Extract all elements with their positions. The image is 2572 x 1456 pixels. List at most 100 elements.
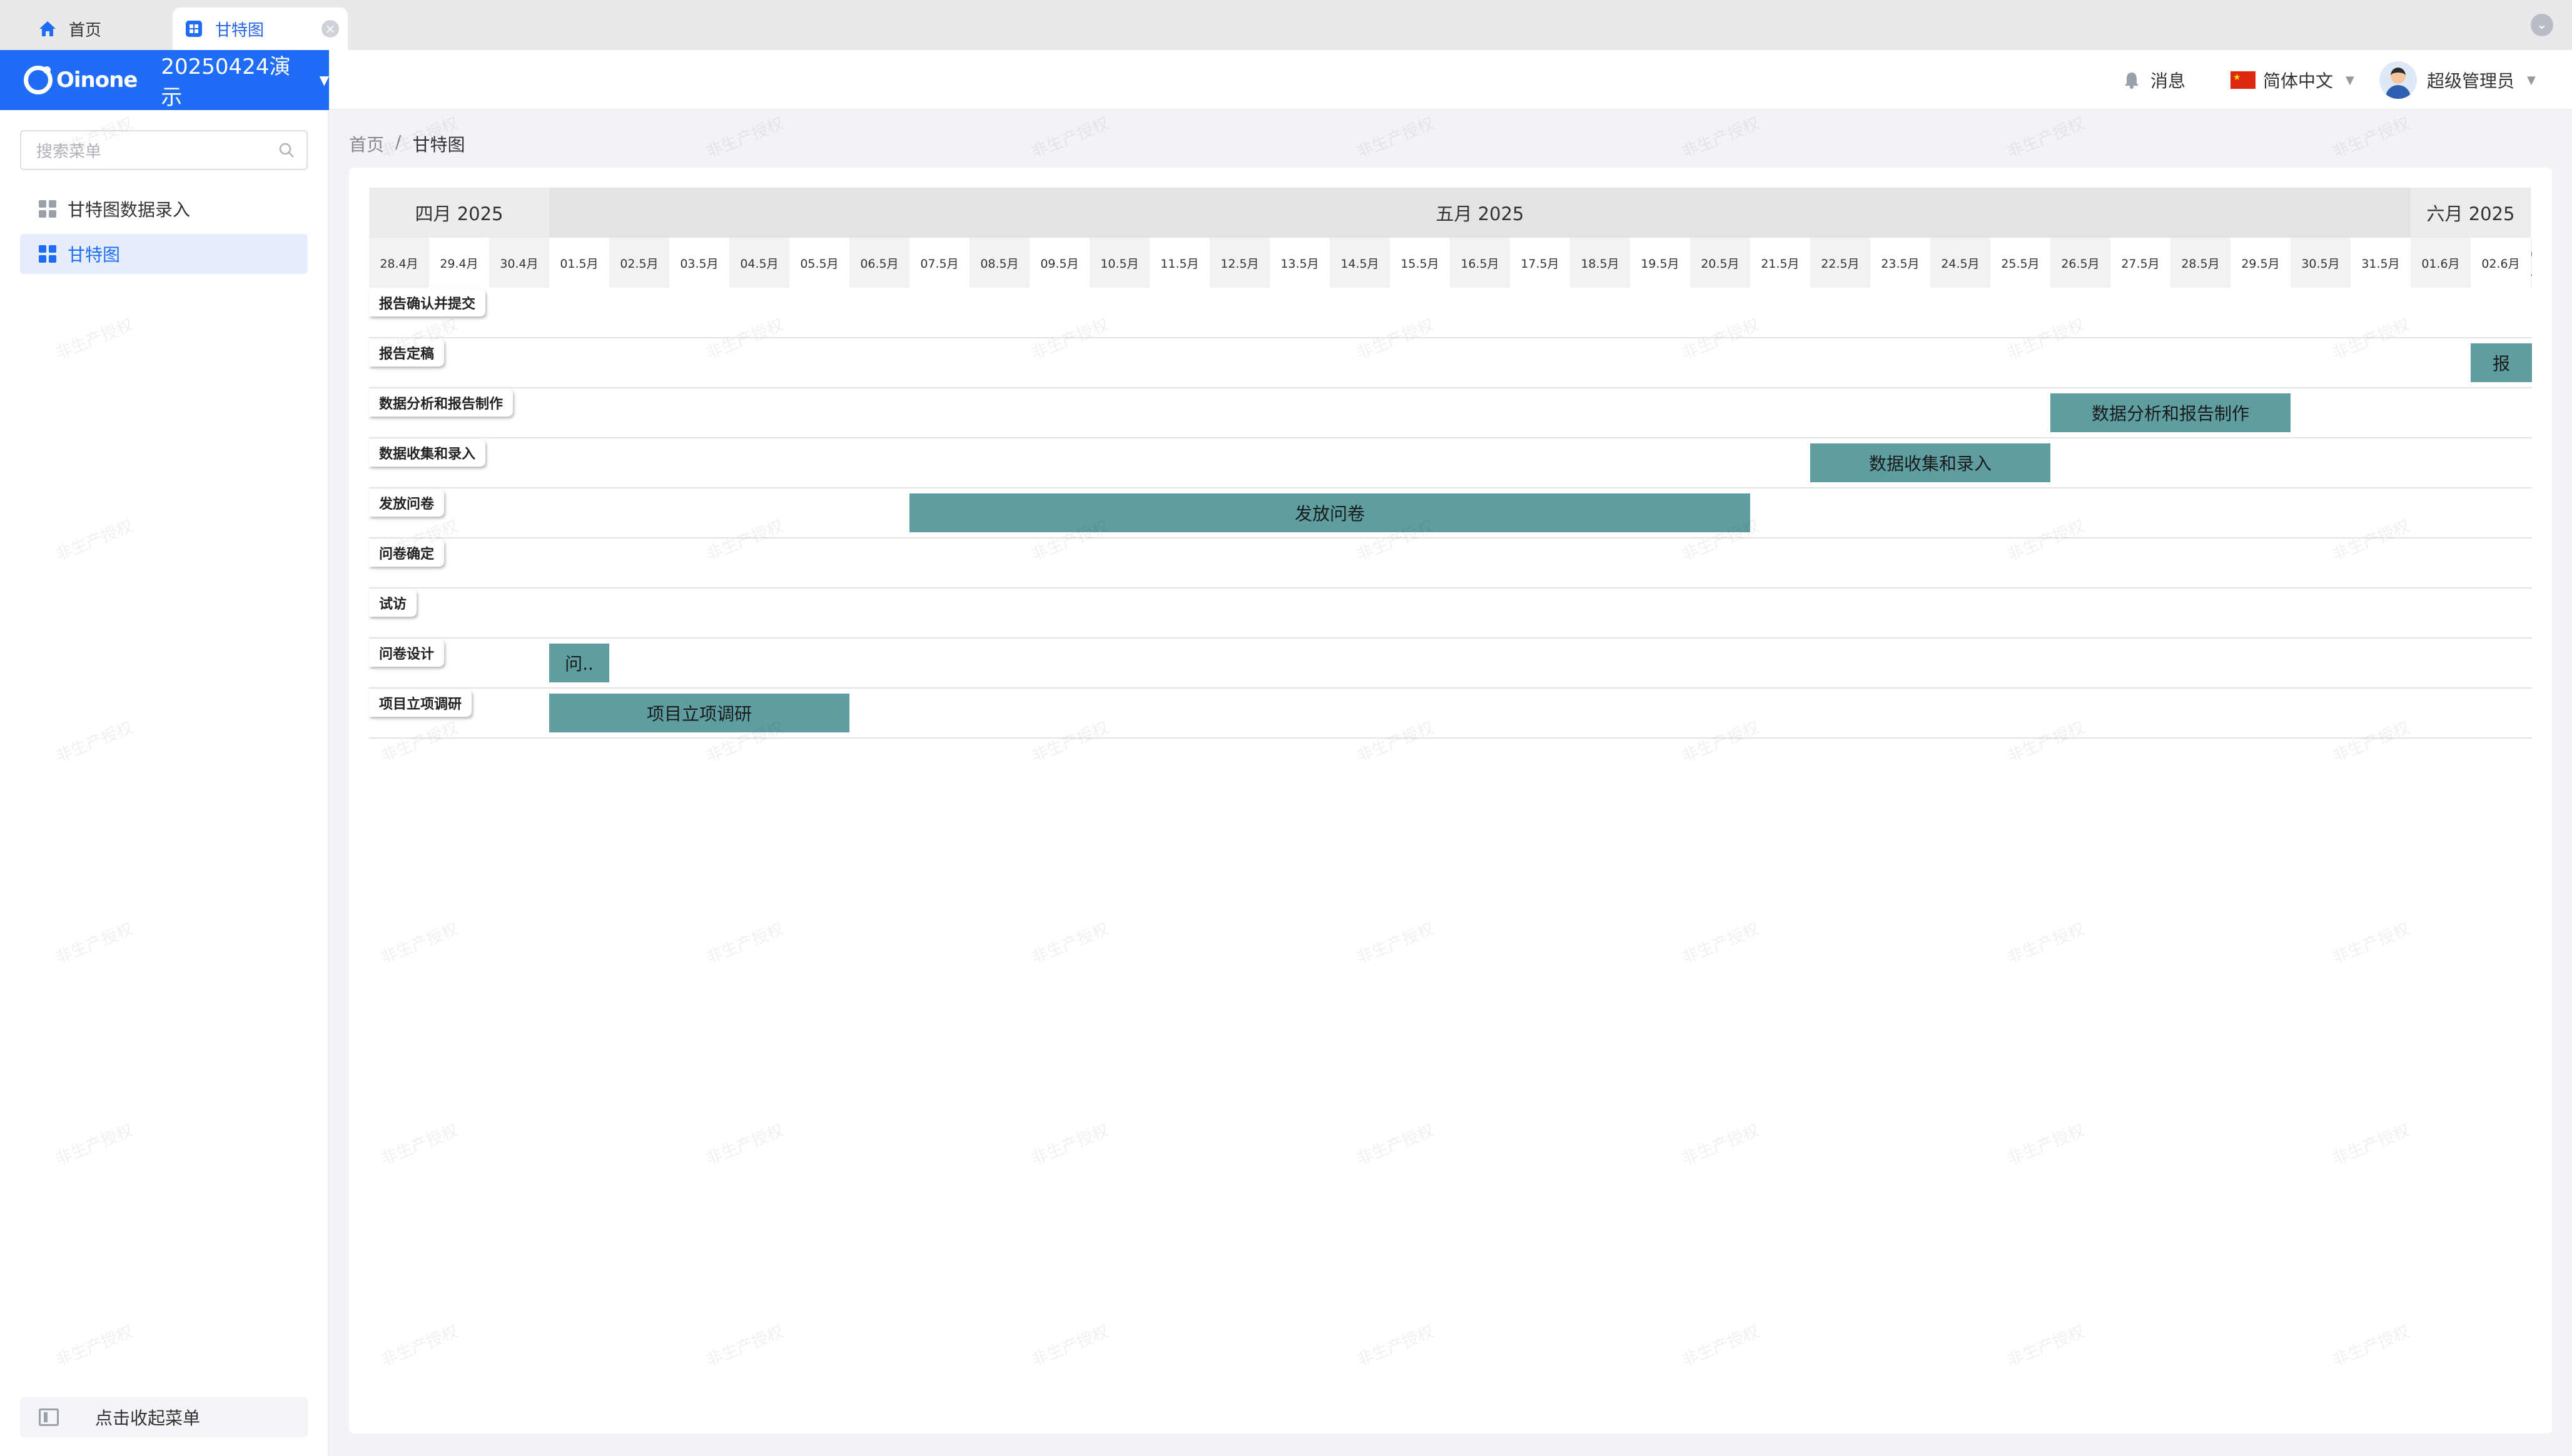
gantt-day-cell: 07.5月: [920, 256, 959, 271]
chevron-down-icon[interactable]: ⌄: [2531, 14, 2553, 36]
gantt-day-cell: 18.5月: [1570, 238, 1630, 288]
gantt-day-cell: 30.4月: [489, 238, 549, 288]
gantt-day-cell: 04.5月: [729, 238, 789, 288]
gantt-chart: 四月 2025 五月 2025 六月 2025 28.4月 29.4月 30.4月 01.…: [369, 188, 2532, 763]
tab-gantt-label: 甘特图: [215, 21, 265, 40]
gantt-task-bar[interactable]: 数据分析和报告制作: [2050, 393, 2291, 432]
home-icon: [38, 19, 58, 39]
gantt-task-label[interactable]: 项目立项调研: [369, 689, 472, 717]
gantt-day-cell: 28.5月: [2170, 238, 2230, 288]
gantt-row-divider: [369, 337, 2532, 338]
gantt-day-cell: 28.4月: [369, 238, 429, 288]
gantt-month-header: 四月 2025 五月 2025 六月 2025: [369, 188, 2532, 238]
tab-gantt[interactable]: 甘特图 ×: [173, 8, 348, 50]
gantt-row-divider: [369, 437, 2532, 438]
app-switcher[interactable]: Oinone 20250424演示 ▼: [0, 50, 329, 110]
gantt-task-bar[interactable]: 数据收集和录入: [1810, 443, 2050, 482]
gantt-day-cell: 30.5月: [2291, 238, 2351, 288]
watermark-text: 非生产授权: [1354, 114, 1437, 163]
gantt-row-divider: [369, 587, 2532, 589]
sidebar-item-gantt[interactable]: 甘特图: [20, 234, 308, 274]
gantt-task-label[interactable]: 问卷确定: [369, 539, 445, 567]
language-select[interactable]: 简体中文 ▼: [2230, 50, 2354, 110]
tab-home-label: 首页: [69, 21, 102, 40]
gantt-month-cell: 六月 2025: [2411, 188, 2531, 238]
search-icon[interactable]: [278, 141, 295, 159]
gantt-task-label[interactable]: 数据分析和报告制作: [369, 389, 514, 417]
collapse-menu-button[interactable]: 点击收起菜单: [20, 1397, 308, 1437]
china-flag-icon: [2230, 71, 2256, 89]
caret-down-icon: ▼: [2346, 73, 2354, 87]
grid-icon: [39, 200, 56, 218]
breadcrumb-home[interactable]: 首页: [349, 131, 384, 156]
gantt-task-bar[interactable]: 发放问卷: [909, 493, 1750, 532]
gantt-day-cell: 22.5月: [1810, 238, 1870, 288]
gantt-day-cell: 03.5月: [680, 256, 719, 271]
app-name: 20250424演示: [161, 54, 291, 110]
gantt-day-cell: 01.5月: [560, 256, 599, 271]
gantt-day-cell: 09.5月: [1040, 256, 1079, 271]
gantt-task-bar[interactable]: 问..: [549, 644, 609, 682]
gantt-day-cell: 06.5月: [849, 238, 909, 288]
gantt-day-cell: 13.5月: [1280, 256, 1319, 271]
language-label: 简体中文: [2263, 71, 2334, 91]
gantt-day-cell: 14.5月: [1330, 238, 1390, 288]
gantt-task-label[interactable]: 报告确认并提交: [369, 289, 486, 316]
watermark-text: 非生产授权: [2005, 114, 2087, 163]
gantt-day-cell: 26.5月: [2050, 238, 2110, 288]
gantt-day-cell: 08.5月: [970, 238, 1030, 288]
gantt-month-cell: 四月 2025: [369, 188, 549, 238]
user-menu[interactable]: 超级管理员 ▼: [2379, 50, 2536, 110]
gantt-day-cell: 31.5月: [2361, 256, 2400, 271]
gantt-day-cell: 20.5月: [1690, 238, 1750, 288]
content-card: 四月 2025 五月 2025 六月 2025 28.4月 29.4月 30.4月 01.…: [349, 168, 2552, 1433]
gantt-day-cell: 10.5月: [1090, 238, 1150, 288]
gantt-task-label[interactable]: 试访: [369, 589, 417, 617]
gantt-row-divider: [369, 687, 2532, 689]
close-icon[interactable]: ×: [322, 20, 339, 38]
breadcrumb-separator: /: [395, 131, 402, 152]
gantt-day-cell: 29.4月: [440, 256, 478, 271]
gantt-task-label[interactable]: 问卷设计: [369, 639, 445, 667]
gantt-day-cell: 16.5月: [1450, 238, 1510, 288]
collapse-menu-label: 点击收起菜单: [95, 1408, 201, 1428]
gantt-task-bar[interactable]: 报: [2471, 343, 2532, 382]
tab-home[interactable]: 首页: [25, 8, 169, 50]
breadcrumb: 首页 / 甘特图: [349, 131, 465, 156]
sidebar-item-gantt-data-entry[interactable]: 甘特图数据录入: [20, 189, 308, 229]
gantt-day-cell: 01.6月: [2411, 238, 2471, 288]
gantt-task-bar[interactable]: 项目立项调研: [549, 694, 849, 732]
grid-icon: [39, 245, 56, 263]
caret-down-icon: ▼: [2527, 73, 2536, 87]
gantt-day-cell: 29.5月: [2241, 256, 2280, 271]
bell-icon: [2124, 71, 2139, 89]
messages-label: 消息: [2150, 71, 2186, 91]
gantt-day-header: 28.4月 29.4月 30.4月 01.5月 02.5月 03.5月 04.5月 05.5月…: [369, 238, 2532, 288]
gantt-task-label[interactable]: 数据收集和录入: [369, 439, 486, 467]
gantt-row-divider: [369, 387, 2532, 388]
gantt-row-divider: [369, 737, 2532, 739]
gantt-task-label[interactable]: 发放问卷: [369, 489, 445, 517]
collapse-sidebar-icon: [39, 1408, 59, 1426]
gantt-app-icon: [184, 19, 204, 39]
avatar: [2379, 61, 2417, 99]
messages-button[interactable]: 消息: [2124, 50, 2185, 110]
gantt-day-cell: 27.5月: [2121, 256, 2160, 271]
gantt-day-cell: 02.5月: [609, 238, 669, 288]
gantt-day-cell: 24.5月: [1930, 238, 1990, 288]
gantt-day-cell: 05.5月: [800, 256, 839, 271]
gantt-day-cell: 15.5月: [1400, 256, 1439, 271]
tab-strip: 首页 甘特图 × ⌄: [0, 0, 2572, 50]
gantt-day-cell: 11.5月: [1160, 256, 1199, 271]
user-name: 超级管理员: [2427, 71, 2515, 91]
search-input[interactable]: 搜索菜单: [20, 130, 308, 170]
watermark-text: 非生产授权: [1029, 114, 1111, 163]
gantt-task-label[interactable]: 报告定稿: [369, 339, 445, 367]
sidebar-item-label: 甘特图数据录入: [68, 200, 191, 220]
gantt-day-cell: 25.5月: [2001, 256, 2040, 271]
gantt-day-cell: 17.5月: [1521, 256, 1559, 271]
gantt-day-cell: 02.6月: [2481, 256, 2520, 271]
sidebar-item-label: 甘特图: [68, 245, 121, 265]
top-bar: 消息 简体中文 ▼ 超级管理员 ▼: [329, 50, 2572, 110]
oinone-logo-icon: [24, 66, 53, 94]
